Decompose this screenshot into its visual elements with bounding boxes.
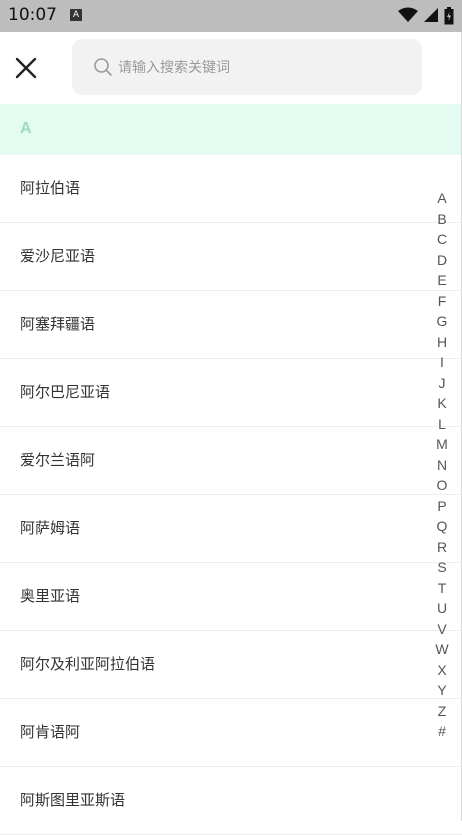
list-item[interactable]: 阿萨姆语 xyxy=(0,495,462,563)
list-item[interactable]: 阿斯图里亚斯语 xyxy=(0,767,462,835)
search-icon xyxy=(94,58,112,76)
list-item[interactable]: 阿塞拜疆语 xyxy=(0,291,462,359)
index-letter-q[interactable]: Q xyxy=(432,516,452,537)
list-item-label: 爱尔兰语阿 xyxy=(20,451,96,469)
index-letter-r[interactable]: R xyxy=(432,537,452,558)
language-list: 阿拉伯语 爱沙尼亚语 阿塞拜疆语 阿尔巴尼亚语 爱尔兰语阿 阿萨姆语 奥里亚语 … xyxy=(0,155,462,835)
index-letter-l[interactable]: L xyxy=(432,414,452,435)
index-letter-w[interactable]: W xyxy=(432,639,452,660)
index-letter-h[interactable]: H xyxy=(432,332,452,353)
close-icon xyxy=(15,57,37,79)
index-letter-x[interactable]: X xyxy=(432,660,452,681)
index-letter-v[interactable]: V xyxy=(432,619,452,640)
wifi-icon xyxy=(397,7,418,22)
battery-icon xyxy=(444,7,454,25)
index-letter-d[interactable]: D xyxy=(432,250,452,271)
list-item-label: 阿尔及利亚阿拉伯语 xyxy=(20,655,156,673)
list-item-label: 奥里亚语 xyxy=(20,587,81,605)
list-item-label: 阿萨姆语 xyxy=(20,519,81,537)
index-letter-k[interactable]: K xyxy=(432,393,452,414)
index-letter-hash[interactable]: # xyxy=(432,721,452,742)
index-letter-e[interactable]: E xyxy=(432,270,452,291)
signal-icon xyxy=(423,8,438,22)
section-letter: A xyxy=(20,120,32,137)
status-time: 10:07 xyxy=(8,5,57,25)
list-item-label: 阿拉伯语 xyxy=(20,179,81,197)
list-item[interactable]: 爱沙尼亚语 xyxy=(0,223,462,291)
status-icons xyxy=(397,7,454,25)
index-letter-y[interactable]: Y xyxy=(432,680,452,701)
index-letter-z[interactable]: Z xyxy=(432,701,452,722)
list-item-label: 阿斯图里亚斯语 xyxy=(20,791,126,809)
list-item-label: 爱沙尼亚语 xyxy=(20,247,96,265)
index-letter-g[interactable]: G xyxy=(432,311,452,332)
list-item-label: 阿肯语阿 xyxy=(20,723,81,741)
search-box[interactable] xyxy=(72,39,422,95)
index-letter-s[interactable]: S xyxy=(432,557,452,578)
close-button[interactable] xyxy=(10,52,42,84)
list-item[interactable]: 爱尔兰语阿 xyxy=(0,427,462,495)
index-letter-o[interactable]: O xyxy=(432,475,452,496)
index-letter-t[interactable]: T xyxy=(432,578,452,599)
index-letter-i[interactable]: I xyxy=(432,352,452,373)
index-letter-f[interactable]: F xyxy=(432,291,452,312)
list-item[interactable]: 奥里亚语 xyxy=(0,563,462,631)
index-letter-m[interactable]: M xyxy=(432,434,452,455)
list-item[interactable]: 阿尔巴尼亚语 xyxy=(0,359,462,427)
index-letter-n[interactable]: N xyxy=(432,455,452,476)
index-letter-j[interactable]: J xyxy=(432,373,452,394)
status-bar: 10:07 A xyxy=(0,0,462,32)
index-letter-a[interactable]: A xyxy=(432,188,452,209)
index-letter-u[interactable]: U xyxy=(432,598,452,619)
search-input[interactable] xyxy=(116,53,410,83)
list-item[interactable]: 阿拉伯语 xyxy=(0,155,462,223)
section-header: A xyxy=(0,104,462,155)
alphabet-index-bar[interactable]: A B C D E F G H I J K L M N O P Q R S T … xyxy=(432,188,452,742)
list-item-label: 阿塞拜疆语 xyxy=(20,315,96,333)
list-item[interactable]: 阿尔及利亚阿拉伯语 xyxy=(0,631,462,699)
index-letter-c[interactable]: C xyxy=(432,229,452,250)
notification-icon: A xyxy=(70,9,82,21)
list-item[interactable]: 阿肯语阿 xyxy=(0,699,462,767)
index-letter-b[interactable]: B xyxy=(432,209,452,230)
list-item-label: 阿尔巴尼亚语 xyxy=(20,383,111,401)
index-letter-p[interactable]: P xyxy=(432,496,452,517)
top-bar xyxy=(0,32,462,104)
